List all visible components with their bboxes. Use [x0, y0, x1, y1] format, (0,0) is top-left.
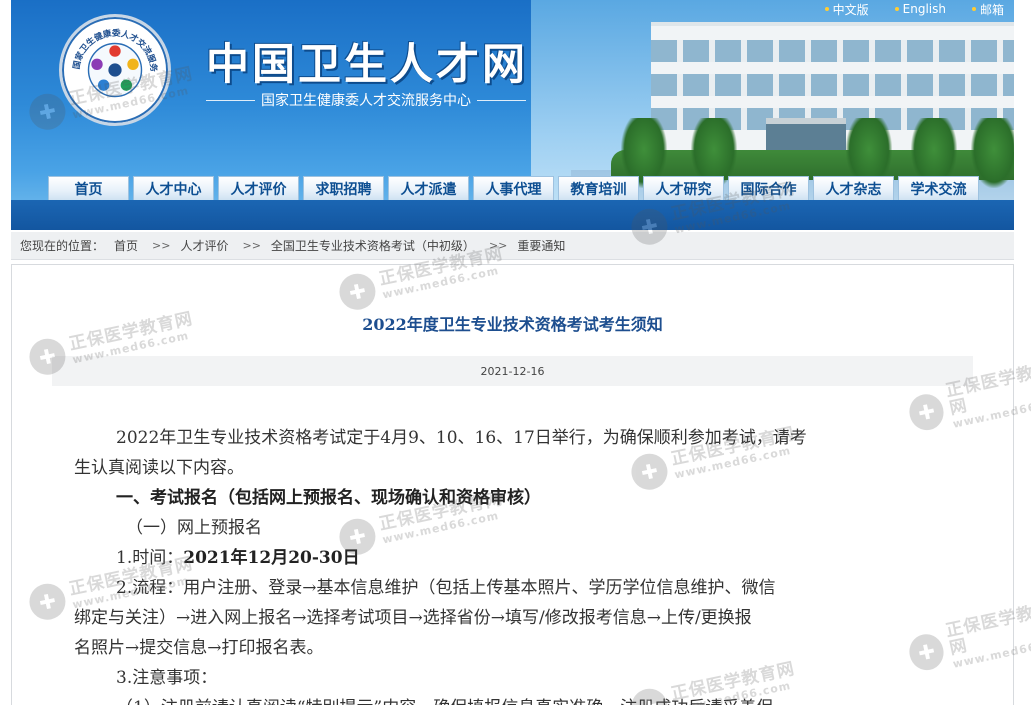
nav-item-home[interactable]: 首页 — [48, 176, 129, 200]
main-nav: 首页 人才中心 人才评价 求职招聘 人才派遣 人事代理 教育培训 人才研究 国际… — [48, 176, 979, 200]
nav-item-education[interactable]: 教育培训 — [558, 176, 639, 200]
nav-item-academic[interactable]: 学术交流 — [898, 176, 979, 200]
breadcrumb-exam[interactable]: 全国卫生专业技术资格考试（中初级） — [271, 237, 475, 254]
intro-line-2: 生认真阅读以下内容。 — [74, 458, 244, 478]
bullet-icon — [894, 7, 899, 11]
site-logo-seal[interactable]: 国家卫生健康委人才交流服务中心 — [58, 9, 171, 126]
link-chinese-version[interactable]: 中文版 — [824, 0, 869, 18]
site-title: 中国卫生人才网 — [206, 40, 528, 90]
article-date-bar: 2021-12-16 — [52, 356, 973, 386]
nav-item-magazine[interactable]: 人才杂志 — [813, 176, 894, 200]
time-value: 2021年12月20-30日 — [183, 548, 360, 568]
flow-line-3: 名照片→提交信息→打印报名表。 — [74, 638, 324, 658]
subtitle-rule-left — [206, 99, 255, 101]
subsection-heading: （一）网上预报名 — [126, 518, 262, 538]
article-container: 2022年度卫生专业技术资格考试考生须知 2021-12-16 2022年卫生专… — [11, 264, 1014, 705]
breadcrumb-talent-evaluation[interactable]: 人才评价 — [180, 237, 228, 254]
breadcrumb-home[interactable]: 首页 — [114, 237, 138, 254]
link-label: 邮箱 — [979, 2, 1004, 17]
article-date: 2021-12-16 — [480, 364, 545, 378]
note-1: （1）注册前请认真阅读“特别提示”内容，确保填报信息真实准确，注册成功后请妥善保 — [74, 693, 954, 705]
seal-graphic: 国家卫生健康委人才交流服务中心 — [58, 9, 159, 98]
notes-label: 3.注意事项： — [116, 668, 218, 688]
bullet-icon — [971, 7, 976, 11]
site-subtitle: 国家卫生健康委人才交流服务中心 — [206, 90, 526, 110]
intro-line-1: 2022年卫生专业技术资格考试定于4月9、10、16、17日举行，为确保顺利参加… — [116, 428, 807, 448]
nav-strip — [11, 200, 1014, 230]
nav-item-talent-evaluation[interactable]: 人才评价 — [218, 176, 299, 200]
link-label: 中文版 — [832, 2, 869, 17]
breadcrumb-notice[interactable]: 重要通知 — [517, 237, 565, 254]
building-floor — [651, 40, 1014, 62]
nav-item-dispatch[interactable]: 人才派遣 — [388, 176, 469, 200]
link-mailbox[interactable]: 邮箱 — [971, 0, 1004, 18]
article-body: 2022年卫生专业技术资格考试定于4月9、10、16、17日举行，为确保顺利参加… — [74, 423, 954, 705]
breadcrumb: 您现在的位置： 首页 >> 人才评价 >> 全国卫生专业技术资格考试（中初级） … — [11, 232, 1014, 260]
breadcrumb-prefix: 您现在的位置： — [20, 239, 105, 253]
subtitle-text: 国家卫生健康委人才交流服务中心 — [261, 93, 471, 109]
top-links: 中文版 English 邮箱 — [824, 0, 1004, 18]
nav-item-talent-center[interactable]: 人才中心 — [133, 176, 214, 200]
flow-line-2: 绑定与关注）→进入网上报名→选择考试项目→选择省份→填写/修改报考信息→上传/更… — [74, 608, 752, 628]
link-label: English — [902, 2, 946, 16]
nav-item-international[interactable]: 国际合作 — [728, 176, 809, 200]
section-heading: 一、考试报名（包括网上预报名、现场确认和资格审核） — [116, 488, 541, 508]
article-title: 2022年度卫生专业技术资格考试考生须知 — [362, 315, 663, 334]
nav-item-personnel-agency[interactable]: 人事代理 — [473, 176, 554, 200]
flow-line-1: 2.流程：用户注册、登录→基本信息维护（包括上传基本照片、学历学位信息维护、微信 — [116, 578, 776, 598]
breadcrumb-separator: >> — [488, 239, 508, 252]
nav-item-jobs[interactable]: 求职招聘 — [303, 176, 384, 200]
bullet-icon — [824, 7, 829, 11]
time-line: 1.时间：2021年12月20-30日 — [74, 543, 954, 573]
breadcrumb-separator: >> — [152, 239, 171, 252]
building-floor — [651, 74, 1014, 96]
breadcrumb-separator: >> — [242, 239, 261, 252]
subtitle-rule-right — [477, 99, 526, 101]
nav-item-research[interactable]: 人才研究 — [643, 176, 724, 200]
time-label: 1.时间： — [116, 548, 184, 568]
link-english[interactable]: English — [894, 0, 946, 18]
